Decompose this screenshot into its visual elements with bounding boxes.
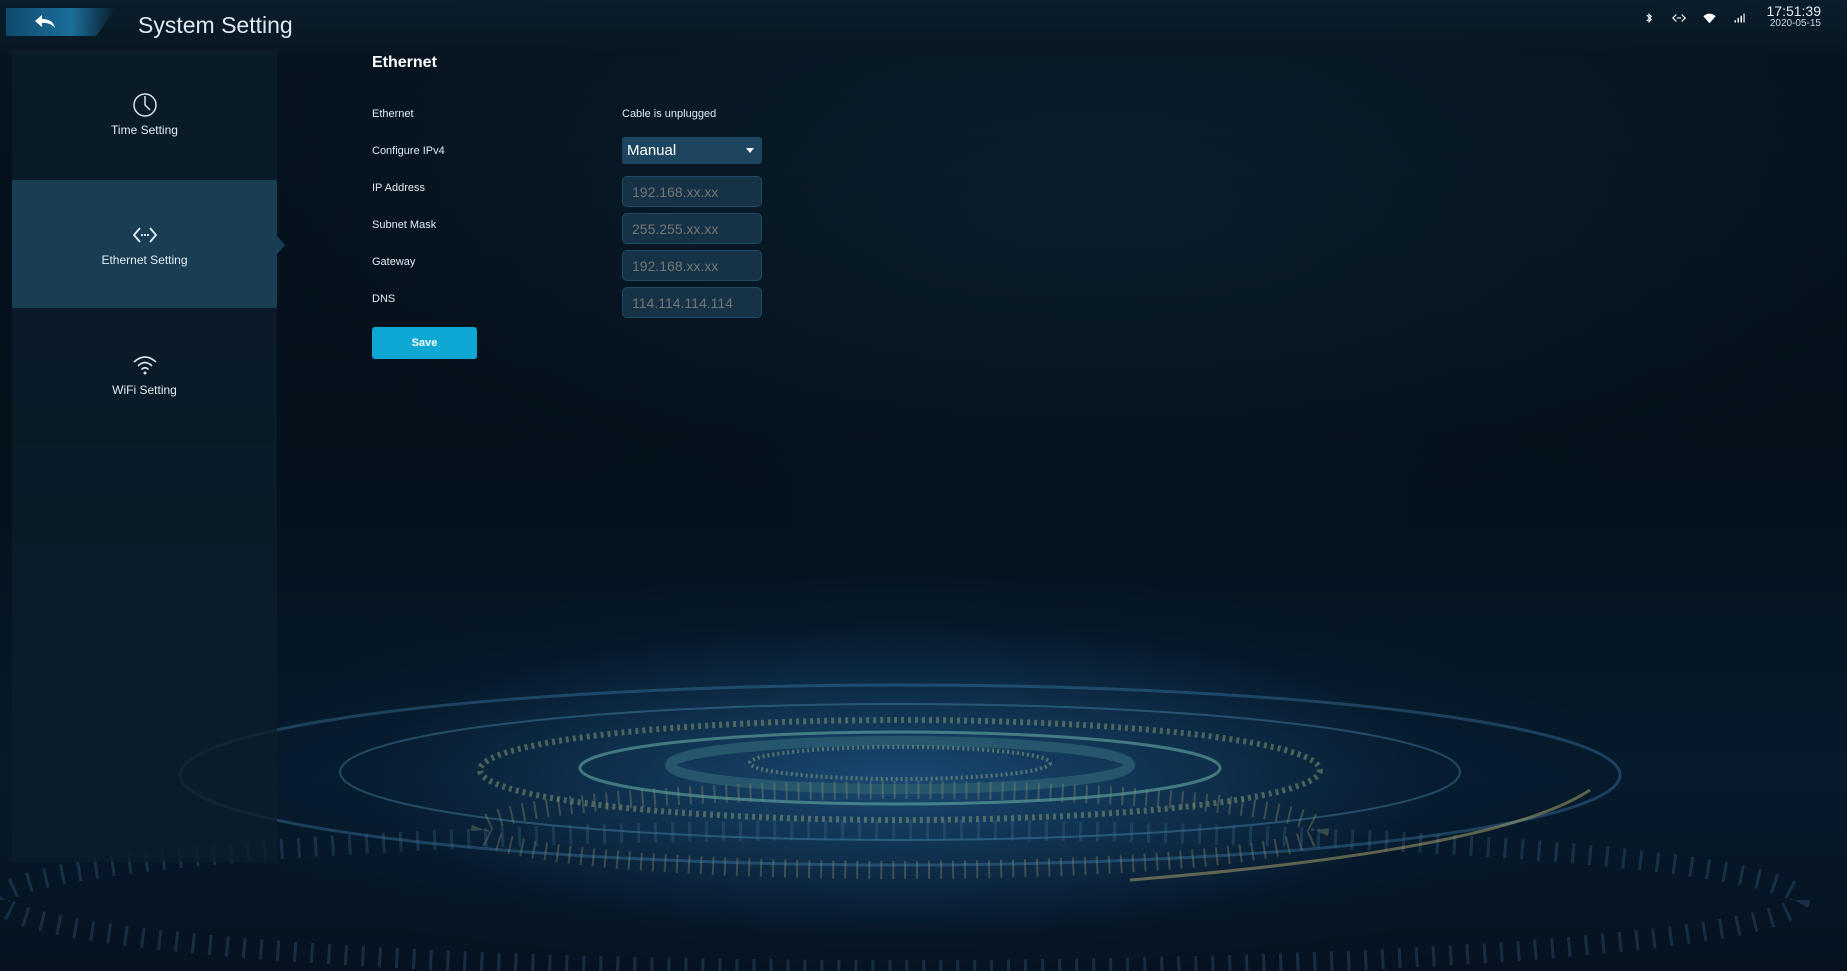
background-decoration	[0, 683, 1810, 971]
ip-address-input[interactable]	[622, 176, 762, 207]
configure-ipv4-value: Manual	[627, 142, 677, 159]
back-button[interactable]	[6, 8, 116, 36]
sidebar-item-wifi-setting[interactable]: WiFi Setting	[12, 310, 277, 438]
configure-ipv4-label: Configure IPv4	[372, 145, 445, 157]
signal-icon	[1731, 10, 1747, 26]
clock: 17:51:39 2020-05-15	[1767, 4, 1822, 29]
clock-time: 17:51:39	[1766, 3, 1822, 19]
clock-icon	[132, 93, 157, 117]
subnet-mask-label: Subnet Mask	[372, 219, 437, 231]
wifi-icon	[1701, 10, 1717, 26]
bluetooth-icon	[1641, 10, 1657, 26]
clock-date: 2020-05-15	[1769, 17, 1821, 29]
sidebar: Time Setting Ethernet Setting WiFi Setti…	[12, 50, 285, 862]
sidebar-item-time-setting[interactable]: Time Setting	[12, 50, 277, 178]
gateway-input[interactable]	[622, 250, 762, 281]
sidebar-item-ethernet-setting[interactable]: Ethernet Setting	[12, 180, 285, 308]
active-indicator	[277, 236, 285, 254]
sidebar-item-label: Time Setting	[111, 123, 178, 137]
page-title: System Setting	[138, 12, 293, 38]
section-title: Ethernet	[372, 54, 437, 71]
dns-label: DNS	[372, 293, 396, 305]
ethernet-icon	[1671, 10, 1687, 26]
ip-address-label: IP Address	[372, 182, 425, 194]
chevron-down-icon	[746, 148, 754, 153]
gateway-label: Gateway	[372, 256, 416, 268]
status-icons	[1641, 10, 1747, 26]
top-bar: System Setting 17:51:39 2020-05-15	[0, 0, 1847, 55]
back-arrow-icon	[35, 15, 55, 28]
ethernet-status: Cable is unplugged	[622, 108, 717, 120]
subnet-mask-input[interactable]	[622, 213, 762, 244]
ethernet-label: Ethernet	[372, 108, 414, 120]
wifi-icon	[132, 356, 157, 375]
dns-input[interactable]	[622, 287, 762, 318]
save-button[interactable]: Save	[372, 327, 477, 359]
configure-ipv4-select[interactable]: Manual	[622, 137, 762, 164]
sidebar-item-label: WiFi Setting	[112, 383, 177, 397]
ethernet-icon	[132, 227, 157, 243]
sidebar-item-label: Ethernet Setting	[101, 253, 188, 267]
